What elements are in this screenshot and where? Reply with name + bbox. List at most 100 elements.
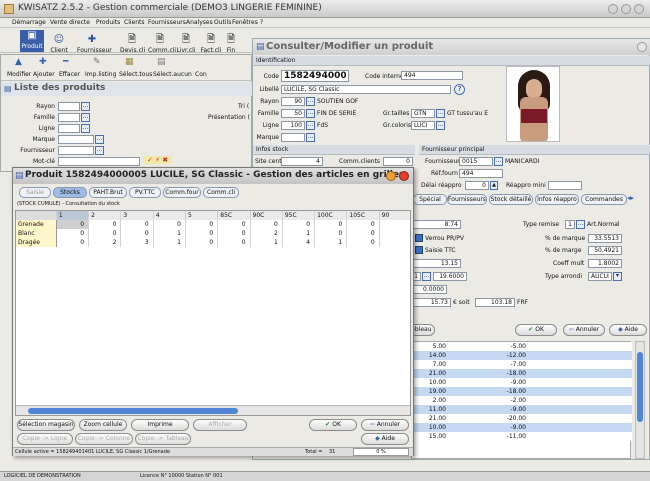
grid-cell[interactable]: 1: [282, 229, 316, 238]
grid-cell[interactable]: 0: [346, 229, 380, 238]
marque-picker-icon[interactable]: …: [306, 133, 315, 142]
price-frf-field[interactable]: [475, 298, 515, 307]
type-remise-picker-icon[interactable]: …: [576, 220, 585, 229]
menu-outils[interactable]: Outils: [214, 19, 231, 26]
delai-spin-icon[interactable]: ▲: [490, 181, 498, 190]
grid-cell[interactable]: 0: [282, 220, 316, 229]
ajouter-icon[interactable]: ✚: [39, 57, 47, 67]
grid-tab-comm-cli[interactable]: Comm.cli: [203, 187, 239, 198]
toolbar-livr[interactable]: 🗎 Livr.cli: [174, 34, 198, 54]
grid-cell[interactable]: 1: [153, 229, 186, 238]
list-item[interactable]: 7.00 -7.00: [412, 360, 632, 369]
grid-tab-comm-four[interactable]: Comm.four: [163, 187, 201, 198]
select-tous-icon[interactable]: ▦: [125, 57, 134, 67]
arrondi-dropdown-icon[interactable]: ▾: [613, 272, 622, 281]
price-field-3[interactable]: [433, 272, 467, 281]
price-field-5[interactable]: [411, 298, 451, 307]
filter-motcle-input[interactable]: [58, 157, 140, 166]
filter-famille-input[interactable]: [58, 113, 80, 122]
marque-pct-field[interactable]: [588, 234, 622, 243]
consult-aide-button[interactable]: ◆ Aide: [609, 324, 647, 336]
libelle-field[interactable]: [281, 85, 451, 94]
modifier-icon[interactable]: ▲: [15, 57, 22, 67]
menu-help[interactable]: ?: [260, 19, 263, 26]
delai-field[interactable]: [465, 181, 489, 190]
toolbar-client[interactable]: ☺ Client: [47, 34, 71, 54]
list-item[interactable]: 19.00 -18.00: [412, 387, 632, 396]
toolbar-devis[interactable]: 🗎 Devis.cli: [120, 34, 145, 54]
grid-tab-pv-ttc[interactable]: PV.TTC: [129, 187, 161, 198]
consult-list-scrollbar[interactable]: [635, 341, 645, 459]
list-item[interactable]: 21.00 -20.00: [412, 414, 632, 423]
grid-cell[interactable]: 0: [153, 220, 186, 229]
menu-demarrage[interactable]: Démarrage: [12, 19, 46, 26]
grid-hscroll-thumb[interactable]: [28, 408, 238, 414]
imprime-button[interactable]: Imprime: [131, 419, 189, 431]
grid-cell[interactable]: 4: [282, 238, 316, 247]
consult-ok-button[interactable]: ✔ OK: [515, 324, 557, 336]
grid-hscrollbar[interactable]: [16, 405, 410, 415]
coeff-field[interactable]: [588, 259, 622, 268]
toolbar-fin[interactable]: 🗎 Fin: [222, 34, 240, 54]
marge-pct-field[interactable]: [588, 246, 622, 255]
menu-clients[interactable]: Clients: [124, 19, 145, 26]
btn-imp-listing[interactable]: Imp.listing: [85, 71, 116, 78]
grid-cell[interactable]: 0: [88, 229, 122, 238]
toolbar-fact[interactable]: 🗎 Fact.cli: [199, 34, 223, 54]
grid-cell[interactable]: 0: [346, 220, 380, 229]
list-item[interactable]: 10.00 -9.00: [412, 423, 632, 432]
grid-cell[interactable]: [379, 229, 410, 238]
list-item[interactable]: 5.00 -5.00: [412, 342, 632, 351]
btn-modifier[interactable]: Modifier: [7, 71, 31, 78]
imp-listing-icon[interactable]: ✎: [93, 57, 101, 67]
filter-marque-picker-icon[interactable]: …: [95, 135, 104, 144]
grid-cell[interactable]: 2: [250, 229, 283, 238]
afficher-button[interactable]: Afficher: [193, 419, 247, 431]
btn-select-tous[interactable]: Sélect.tous: [119, 71, 152, 78]
tab-fournisseurs[interactable]: Fournisseurs: [447, 194, 487, 205]
arrondi-select[interactable]: [588, 272, 612, 281]
code-field[interactable]: [281, 70, 349, 82]
grid-cell[interactable]: 0: [185, 238, 219, 247]
tab-stock-detaille[interactable]: Stock détaillé: [489, 194, 533, 205]
tabs-scroll-icon[interactable]: ◂▸: [627, 194, 634, 202]
btn-select-aucun[interactable]: Sélect.aucun: [153, 71, 192, 78]
tab-special[interactable]: Spécial: [413, 194, 447, 205]
fourn-picker-icon[interactable]: …: [494, 157, 503, 166]
grid-cell[interactable]: 1: [314, 238, 348, 247]
copie-tableau-button[interactable]: Copie -> Tableau: [135, 433, 191, 445]
consult-close-icon[interactable]: [637, 42, 647, 52]
grtailles-picker-icon[interactable]: …: [436, 109, 445, 118]
ref-four-field[interactable]: [459, 169, 503, 178]
filter-marque-input[interactable]: [58, 135, 94, 144]
filter-rayon-input[interactable]: [58, 102, 80, 111]
grid-cell[interactable]: 0: [217, 229, 251, 238]
grid-cell[interactable]: 0: [346, 238, 380, 247]
libelle-search-icon[interactable]: ?: [454, 84, 465, 95]
tab-commandes[interactable]: Commandes: [581, 194, 627, 205]
ligne-code-field[interactable]: [281, 121, 305, 130]
grid-cell[interactable]: 0: [314, 229, 348, 238]
minimize-icon[interactable]: [608, 4, 618, 14]
filter-rayon-picker-icon[interactable]: …: [81, 102, 90, 111]
ligne-picker-icon[interactable]: …: [306, 121, 315, 130]
select-aucun-icon[interactable]: ▤: [157, 57, 166, 67]
list-item[interactable]: 2.00 -2.00: [412, 396, 632, 405]
filter-ligne-picker-icon[interactable]: …: [81, 124, 90, 133]
btn-ajouter[interactable]: Ajouter: [33, 71, 55, 78]
grtailles-field[interactable]: [411, 109, 435, 118]
grid-cell[interactable]: 0: [120, 220, 154, 229]
grid-cell[interactable]: 0: [120, 229, 154, 238]
filter-ligne-input[interactable]: [58, 124, 80, 133]
rayon-picker-icon[interactable]: …: [306, 97, 315, 106]
tab-infos-reappro[interactable]: Infos réappro: [535, 194, 579, 205]
filter-fournisseur-input[interactable]: [58, 146, 94, 155]
grid-close-icon[interactable]: [399, 171, 409, 181]
grid-minimize-icon[interactable]: [386, 171, 396, 181]
grid-cell[interactable]: 1: [250, 238, 283, 247]
grid-cell[interactable]: 0: [314, 220, 348, 229]
grid-ok-button[interactable]: ✔ OK: [309, 419, 357, 431]
grid-cell[interactable]: 0: [56, 220, 90, 229]
copie-ligne-button[interactable]: Copie -> Ligne: [17, 433, 73, 445]
toolbar-comm[interactable]: 🗎 Comm.cli: [148, 34, 176, 54]
